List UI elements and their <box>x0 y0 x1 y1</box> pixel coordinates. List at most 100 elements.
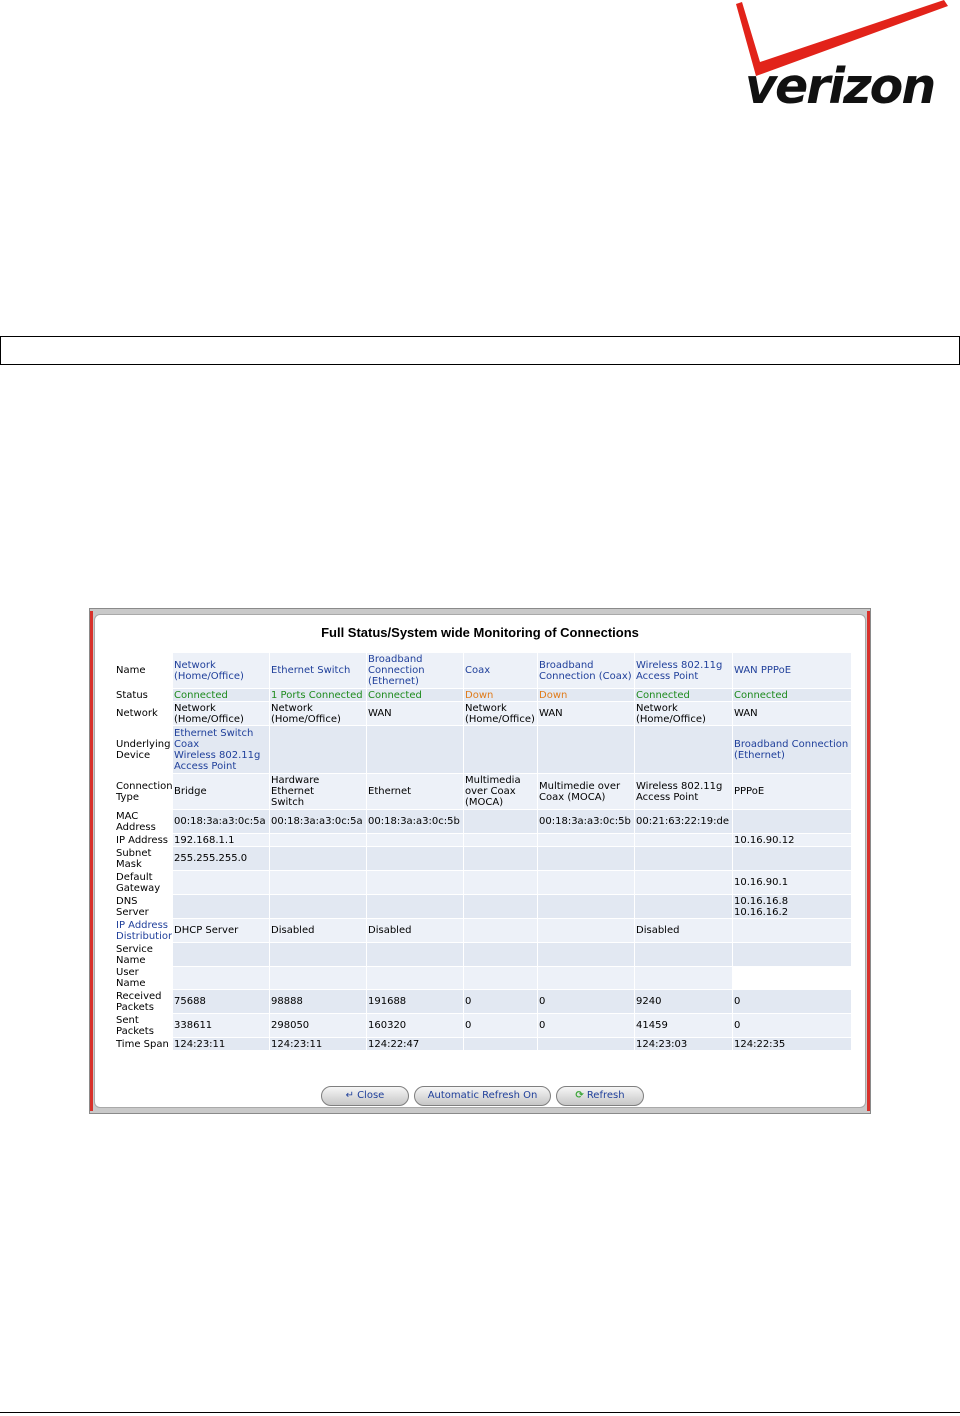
connection-link[interactable]: Broadband Connection (Coax) <box>537 652 635 689</box>
table-cell <box>463 1037 538 1051</box>
table-cell <box>634 833 733 847</box>
table-cell <box>269 725 367 774</box>
table-cell: Disabled <box>366 918 464 943</box>
device-link[interactable]: Ethernet Switch Coax Wireless 802.11g Ac… <box>172 725 270 774</box>
frame-edge-left <box>90 611 93 1111</box>
refresh-icon: ⟳ <box>575 1090 584 1101</box>
table-cell: 9240 <box>634 989 733 1014</box>
table-cell: PPPoE <box>732 773 852 810</box>
document-header-box <box>0 336 960 365</box>
status-value: Connected <box>366 688 464 702</box>
table-row: DNS Server 10.16.16.8 10.16.16.2 <box>114 894 852 919</box>
table-cell: 10.16.90.12 <box>732 833 852 847</box>
connection-link[interactable]: Wireless 802.11g Access Point <box>634 652 733 689</box>
table-cell: 0 <box>463 1013 538 1038</box>
automatic-refresh-button[interactable]: Automatic Refresh On <box>414 1086 551 1106</box>
table-cell <box>634 966 733 990</box>
table-cell: DHCP Server <box>172 918 270 943</box>
status-value: Connected <box>172 688 270 702</box>
table-cell <box>172 966 270 990</box>
row-label: MAC Address <box>114 809 173 834</box>
row-label: Default Gateway <box>114 870 173 895</box>
table-cell <box>463 809 538 834</box>
table-cell <box>366 942 464 967</box>
status-value: Connected <box>732 688 852 702</box>
table-row: Service Name <box>114 942 852 967</box>
table-cell <box>269 966 367 990</box>
table-cell: Disabled <box>269 918 367 943</box>
table-row: Subnet Mask 255.255.255.0 <box>114 846 852 871</box>
table-cell: 124:22:47 <box>366 1037 464 1051</box>
row-label: Subnet Mask <box>114 846 173 871</box>
table-cell <box>634 725 733 774</box>
status-value: Down <box>537 688 635 702</box>
automatic-refresh-label: Automatic Refresh On <box>427 1090 538 1101</box>
connections-status-table: Name Network (Home/Office) Ethernet Swit… <box>114 652 852 1051</box>
connection-link[interactable]: Network (Home/Office) <box>172 652 270 689</box>
row-label: Name <box>114 652 173 689</box>
table-cell <box>732 809 852 834</box>
table-cell: Multimedia over Coax (MOCA) <box>463 773 538 810</box>
table-row: MAC Address 00:18:3a:a3:0c:5a 00:18:3a:a… <box>114 809 852 834</box>
table-row: Default Gateway 10.16.90.1 <box>114 870 852 895</box>
row-label: Received Packets <box>114 989 173 1014</box>
table-cell <box>172 942 270 967</box>
table-cell <box>537 1037 635 1051</box>
ip-distribution-link[interactable]: IP Address Distribution <box>114 918 173 943</box>
row-label: DNS Server <box>114 894 173 919</box>
table-cell: Network (Home/Office) <box>269 701 367 726</box>
table-cell <box>732 942 852 967</box>
table-row: Connection Type Bridge Hardware Ethernet… <box>114 773 852 810</box>
row-label: Status <box>114 688 173 702</box>
table-cell: 0 <box>537 989 635 1014</box>
table-cell: 0 <box>732 1013 852 1038</box>
table-cell <box>172 894 270 919</box>
connection-link[interactable]: Broadband Connection (Ethernet) <box>366 652 464 689</box>
table-cell: 00:18:3a:a3:0c:5a <box>269 809 367 834</box>
row-label: Connection Type <box>114 773 173 810</box>
connection-link[interactable]: Ethernet Switch <box>269 652 367 689</box>
table-cell: 98888 <box>269 989 367 1014</box>
table-row: User Name <box>114 966 852 990</box>
table-cell: 0 <box>463 989 538 1014</box>
table-cell: 255.255.255.0 <box>172 846 270 871</box>
table-cell: Network (Home/Office) <box>634 701 733 726</box>
table-row: Received Packets 75688 98888 191688 0 0 … <box>114 989 852 1014</box>
table-cell: 298050 <box>269 1013 367 1038</box>
table-cell <box>537 846 635 871</box>
table-cell <box>537 894 635 919</box>
table-cell <box>463 725 538 774</box>
table-cell: Hardware Ethernet Switch <box>269 773 367 810</box>
table-cell: 41459 <box>634 1013 733 1038</box>
table-cell <box>537 942 635 967</box>
frame-edge-right <box>867 611 870 1111</box>
table-cell <box>463 966 538 990</box>
table-row: IP Address 192.168.1.1 10.16.90.12 <box>114 833 852 847</box>
connection-link[interactable]: Coax <box>463 652 538 689</box>
table-cell: 0 <box>732 989 852 1014</box>
table-cell <box>269 833 367 847</box>
status-value: Connected <box>634 688 733 702</box>
table-cell <box>537 966 635 990</box>
table-cell <box>537 725 635 774</box>
table-cell: 124:23:03 <box>634 1037 733 1051</box>
connection-link[interactable]: WAN PPPoE <box>732 652 852 689</box>
table-cell <box>634 942 733 967</box>
row-label: Sent Packets <box>114 1013 173 1038</box>
table-cell: 338611 <box>172 1013 270 1038</box>
refresh-button[interactable]: ⟳ Refresh <box>556 1086 644 1106</box>
table-cell: Network (Home/Office) <box>463 701 538 726</box>
table-cell: 00:18:3a:a3:0c:5b <box>366 809 464 834</box>
row-label: User Name <box>114 966 173 990</box>
table-cell: Multimedie over Coax (MOCA) <box>537 773 635 810</box>
status-value: 1 Ports Connected <box>269 688 367 702</box>
device-link[interactable]: Broadband Connection (Ethernet) <box>732 725 852 774</box>
table-cell <box>269 846 367 871</box>
table-row: Status Connected 1 Ports Connected Conne… <box>114 688 852 702</box>
close-button[interactable]: ↵ Close <box>321 1086 409 1106</box>
status-panel: Full Status/System wide Monitoring of Co… <box>94 614 866 1108</box>
status-value: Down <box>463 688 538 702</box>
table-cell: 00:21:63:22:19:de <box>634 809 733 834</box>
table-cell: 00:18:3a:a3:0c:5b <box>537 809 635 834</box>
table-cell <box>537 918 635 943</box>
